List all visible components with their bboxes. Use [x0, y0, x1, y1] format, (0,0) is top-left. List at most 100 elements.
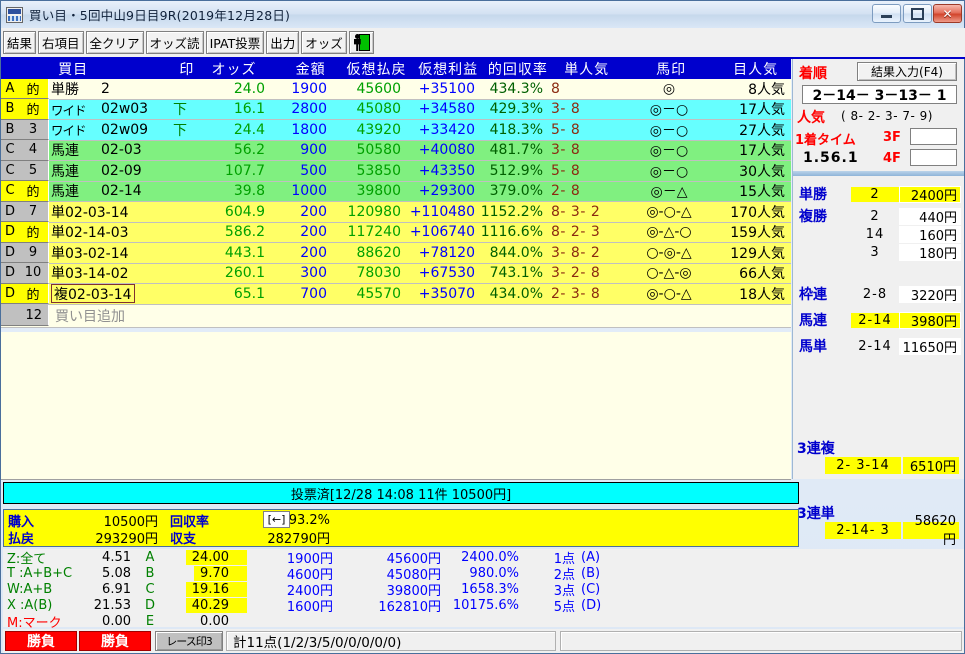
- total-points-display: 計11点(1/2/3/5/0/0/0/0/0): [226, 631, 556, 651]
- close-button[interactable]: ✕: [933, 4, 962, 23]
- row-group: B: [5, 101, 15, 117]
- table-row[interactable]: C 的馬連 02-14 39.8 1000 39800 +29300 379.0% 2- 8 ◎－…: [1, 181, 791, 202]
- table-row[interactable]: C 4 馬連 02-03 56.2 900 50580 +40080 481.7% 3- 8 ◎－○…: [1, 140, 791, 161]
- row-odds: 24.4: [233, 121, 265, 138]
- table-row[interactable]: D 的複02-03-14 65.1 700 45570 +35070 434.0% 2- 3-…: [1, 283, 791, 305]
- table-row[interactable]: D 7 単02-03-14 604.9 200 120980 +110480 1152.2% 8…: [1, 201, 791, 223]
- row-payout: 78030: [356, 265, 401, 282]
- toolbar-button-clear-all[interactable]: 全クリア: [85, 31, 144, 54]
- payout-amount: 11650円: [899, 337, 961, 356]
- toolbar-button-result[interactable]: 結果: [3, 31, 37, 54]
- table-row[interactable]: D 的単02-14-03 586.2 200 117240 +106740 1116.6% 8…: [1, 222, 791, 243]
- row-target-popularity: 17人気: [739, 143, 785, 160]
- row-horse-mark: ◎－○: [649, 163, 689, 180]
- row-target-popularity: 8人気: [748, 81, 785, 98]
- row-horse-mark: ◎－△: [650, 184, 688, 201]
- row-rate: 844.0%: [489, 244, 543, 261]
- payout-row: 複勝 2 440円: [793, 207, 965, 226]
- three-furlong-field[interactable]: [910, 128, 957, 145]
- row-target-popularity: 30人気: [739, 163, 785, 180]
- row-rate: 1116.6%: [480, 224, 543, 241]
- stats-odds: 24.00: [163, 549, 255, 565]
- stats-letter: A: [145, 549, 155, 565]
- row-bet-type: 単02-14-03: [51, 225, 129, 242]
- row-payout: 45600: [356, 80, 401, 97]
- row-payout: 39800: [356, 183, 401, 200]
- row-group: D: [4, 203, 15, 219]
- spare-field: [560, 631, 962, 651]
- maximize-button[interactable]: [903, 4, 932, 23]
- row-horse-mark: ○-◎-△: [646, 244, 692, 261]
- stats-odds-highlight: 40.29: [185, 597, 247, 613]
- exit-person-icon[interactable]: [348, 31, 374, 54]
- row-profit: +33420: [418, 121, 475, 138]
- race-mark-button[interactable]: レース印3: [155, 631, 223, 651]
- stats-points: 5点: [553, 599, 575, 615]
- stats-table: Z:全て 4.51 A 24.00 1900円 45600円 2400.0% 1点 (A) T :…: [3, 549, 964, 631]
- table-row[interactable]: D 9 単03-02-14 443.1 200 88620 +78120 844.0% 3- 8…: [1, 242, 791, 264]
- table-row[interactable]: A 的単勝 2 24.0 1900 45600 +35100 434.3% 8 ◎ 8人気: [1, 78, 791, 100]
- application-window: 買い目・5回中山9日目9R(2019年12月28日) ✕ 結果 右項目 全クリア…: [0, 0, 965, 654]
- table-row[interactable]: B 3 ワイド 02w09 下 24.4 1800 43920 +33420 418.3% 5- 8…: [1, 119, 791, 141]
- row-payout: 117240: [347, 224, 401, 241]
- stats-row: Z:全て 4.51 A 24.00 1900円 45600円 2400.0% 1点 (A): [3, 549, 964, 567]
- row-horse-mark: ◎-○-△: [646, 285, 692, 302]
- payout-combination: 14: [865, 226, 885, 242]
- table-row[interactable]: C 5 馬連 02-09 107.7 500 53850 +43350 512.9% 5- 8 ◎－…: [1, 160, 791, 182]
- header-rate: 的回収率: [487, 62, 548, 78]
- finish-order-label: 着順: [799, 66, 827, 82]
- payout-amount: 440円: [899, 207, 961, 226]
- payout-row: 単勝 2 2400円: [793, 185, 965, 204]
- window-title: 買い目・5回中山9日目9R(2019年12月28日): [29, 8, 291, 23]
- toolbar-button-odds[interactable]: オッズ: [301, 31, 347, 54]
- stats-value: 5.08: [102, 565, 131, 581]
- payout-amount: 180円: [899, 243, 961, 262]
- row-group: A: [5, 80, 15, 96]
- row-number: 的: [26, 226, 40, 242]
- stats-key: T :A+B+C: [7, 565, 73, 581]
- row-tan-popularity: 2- 3- 8: [551, 285, 601, 302]
- row-bet-type: 単03-02-14: [51, 245, 129, 262]
- row-tan-popularity: 5- 8: [551, 162, 581, 179]
- shoubu-button-1[interactable]: 勝負: [5, 631, 77, 651]
- row-id-cell: D的: [1, 283, 49, 304]
- back-button[interactable]: [←]: [263, 511, 290, 528]
- row-amount: 200: [300, 203, 327, 220]
- row-profit: +35100: [418, 80, 475, 97]
- payout-combination: 2-14: [851, 312, 899, 328]
- toolbar-button-right-items[interactable]: 右項目: [38, 31, 84, 54]
- table-row[interactable]: B 的ワイド 02w03 下 16.1 2800 45080 +34580 429.3% 3- 8…: [1, 99, 791, 120]
- stats-group: (A): [581, 549, 601, 565]
- close-icon: ✕: [942, 6, 953, 21]
- row-profit: +43350: [418, 162, 475, 179]
- toolbar-button-odds-read[interactable]: オッズ読: [145, 31, 204, 54]
- table-row[interactable]: D 10 単03-14-02 260.1 300 78030 +67530 743.1% 3- …: [1, 263, 791, 284]
- row-group: B: [5, 121, 15, 137]
- row-bet-type-boxed: 複02-03-14: [51, 284, 135, 304]
- result-input-button[interactable]: 結果入力(F4): [857, 62, 957, 81]
- row-target-popularity: 159人気: [730, 225, 785, 242]
- row-odds: 39.8: [233, 183, 265, 200]
- row-horse-mark: ◎: [662, 80, 676, 97]
- row-horse-mark: ◎－○: [649, 122, 689, 139]
- stats-rate: 2400.0%: [461, 549, 519, 565]
- row-number: 3: [28, 121, 38, 137]
- row-tan-popularity: 8- 2- 3: [551, 224, 601, 241]
- stats-letter: D: [144, 597, 155, 613]
- four-furlong-field[interactable]: [910, 149, 957, 166]
- sanrenpuku-label: 3連複: [797, 441, 835, 457]
- sanrenpuku-number: 2- 3-14: [825, 457, 901, 474]
- row-target-popularity: 27人気: [739, 122, 785, 139]
- minimize-button[interactable]: [872, 4, 901, 23]
- shoubu-button-2[interactable]: 勝負: [79, 631, 151, 651]
- toolbar-button-ipat-vote[interactable]: IPAT投票: [205, 31, 265, 54]
- stats-odds: 40.29: [163, 597, 255, 613]
- row-rate: 481.7%: [489, 142, 543, 159]
- balance-label: 収支: [170, 531, 197, 547]
- payout-combination: 2: [851, 186, 899, 202]
- row-group: C: [5, 142, 15, 158]
- payout-row: 馬単 2-14 11650円: [793, 337, 965, 356]
- add-bet-row[interactable]: 12 買い目追加: [1, 304, 791, 328]
- toolbar-button-output[interactable]: 出力: [266, 31, 300, 54]
- row-tan-popularity: 3- 8: [551, 142, 581, 159]
